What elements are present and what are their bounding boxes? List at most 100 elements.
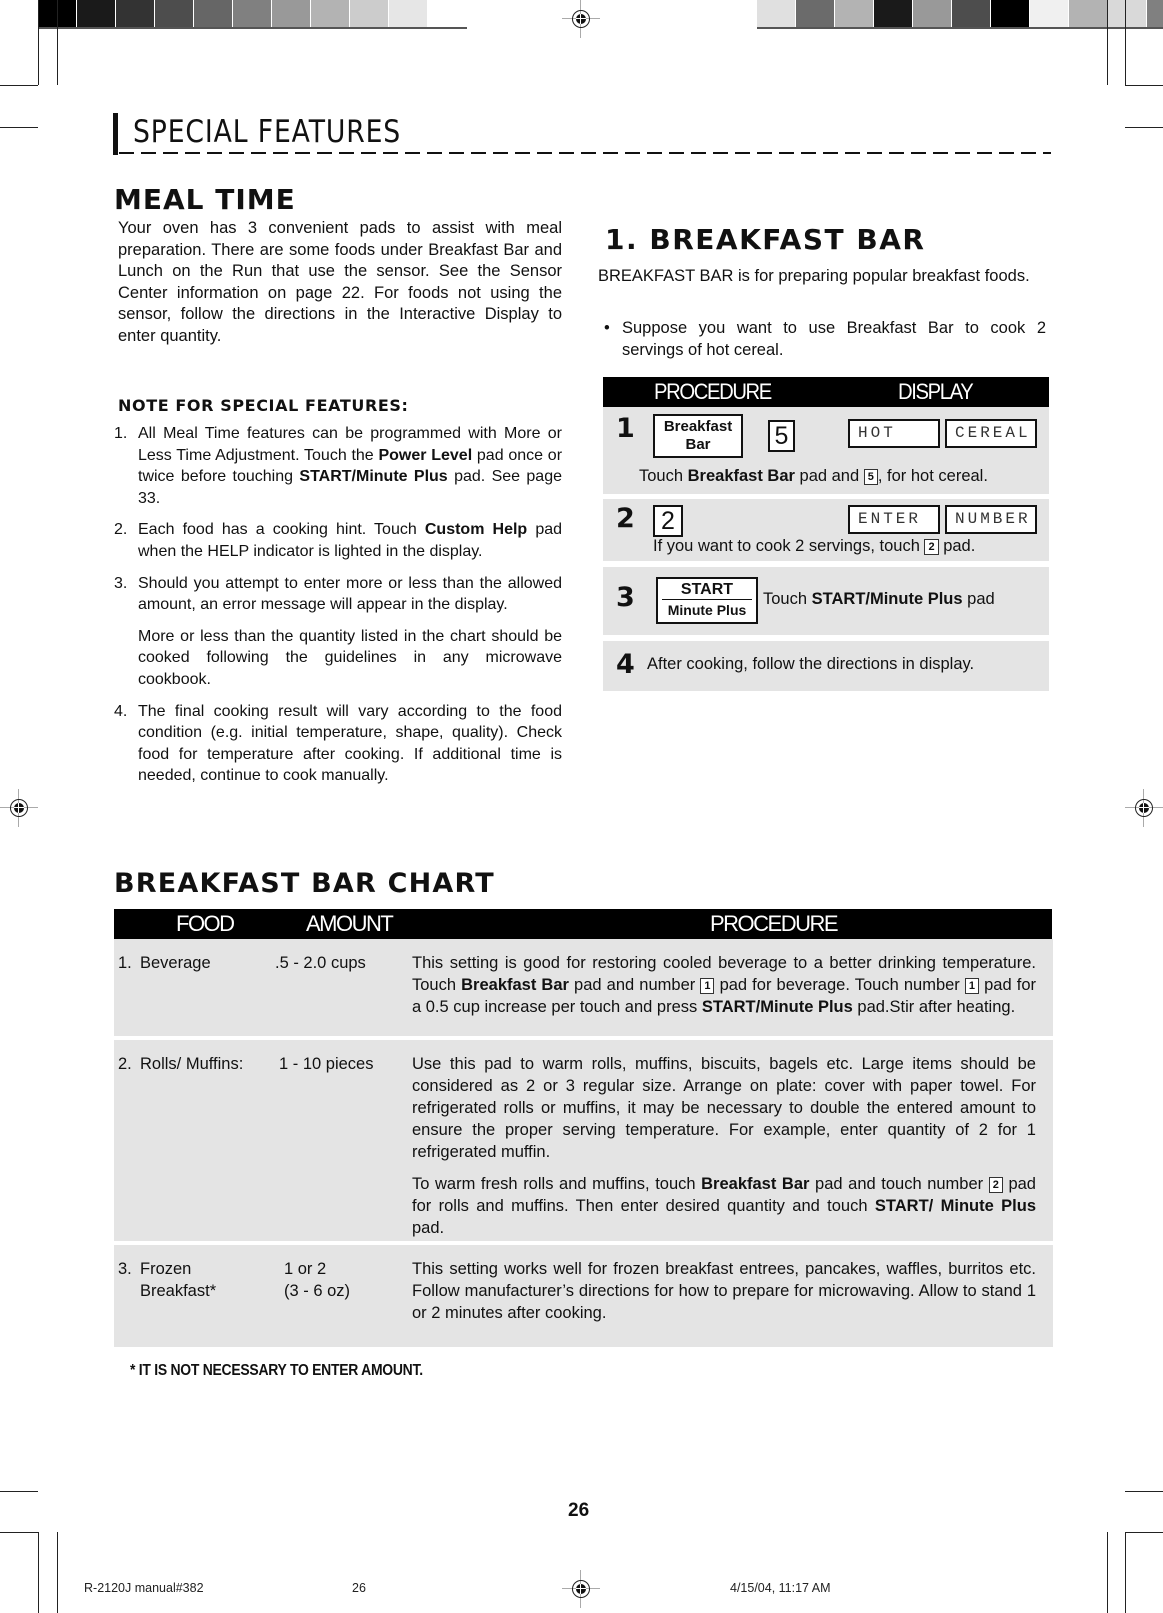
color-swatch	[1069, 0, 1108, 27]
note-text: The final cooking result will vary accor…	[138, 702, 562, 785]
instruction-text: Touch	[639, 467, 688, 485]
procedure-text: pad.	[412, 1219, 445, 1237]
breakfast-bar-chart-table: FOOD AMOUNT PROCEDURE 1. Beverage .5 - 2.…	[114, 909, 1053, 1347]
color-swatch	[194, 0, 233, 27]
notes-list: 1. All Meal Time features can be program…	[114, 423, 562, 797]
note-text-bold: Custom Help	[424, 521, 528, 539]
crop-mark	[1125, 85, 1163, 86]
note-text: More or less than the quantity listed in…	[138, 627, 562, 688]
procedure-text: Use this pad to warm rolls, muffins, bis…	[412, 1055, 1036, 1161]
step-number: 3	[616, 582, 635, 613]
step-instruction: If you want to cook 2 servings, touch 2 …	[653, 537, 975, 556]
pad-label: Bar	[685, 436, 711, 453]
crop-mark	[0, 127, 38, 128]
cell-food: 3. Frozen Breakfast*	[118, 1258, 216, 1302]
food-name: Beverage	[140, 954, 211, 972]
note-number: 3.	[114, 574, 128, 592]
color-swatch	[428, 0, 467, 27]
registration-mark-icon	[0, 789, 38, 827]
meal-time-heading: MEAL TIME	[114, 183, 296, 216]
crop-mark	[0, 1532, 38, 1533]
column-header-amount: AMOUNT	[306, 911, 394, 936]
crop-mark	[57, 1532, 58, 1613]
page-number: 26	[568, 1500, 590, 1521]
food-name: Rolls/ Muffins:	[140, 1055, 244, 1073]
procedure-step: 3 START Minute Plus Touch START/Minute P…	[603, 567, 1049, 635]
start-minute-plus-pad[interactable]: START Minute Plus	[656, 577, 758, 624]
column-header-procedure: PROCEDURE	[654, 379, 772, 404]
step-instruction: Touch Breakfast Bar pad and 5, for hot c…	[639, 467, 988, 486]
color-swatch	[835, 0, 874, 27]
note-number: 1.	[114, 425, 128, 442]
table-row: 2. Rolls/ Muffins: 1 - 10 pieces Use this…	[114, 1040, 1053, 1241]
note-item: 2. Each food has a cooking hint. Touch C…	[114, 519, 562, 562]
note-number: 2.	[114, 521, 128, 539]
print-slug-date: 4/15/04, 11:17 AM	[730, 1581, 831, 1595]
step-instruction: After cooking, follow the directions in …	[647, 655, 975, 673]
color-swatch	[350, 0, 389, 27]
crop-mark	[1125, 1491, 1163, 1492]
breakfast-bar-pad[interactable]: Breakfast Bar	[653, 414, 743, 458]
registration-mark-icon	[1125, 789, 1163, 827]
color-swatch	[311, 0, 350, 27]
procedure-step: 2 2 ENTER NUMBER If you want to cook 2 s…	[603, 499, 1049, 561]
step-instruction: Touch START/Minute Plus pad	[763, 590, 995, 609]
display-segment: CEREAL	[945, 419, 1037, 448]
crop-mark	[1125, 1532, 1126, 1613]
amount-text: 1 or 2	[284, 1260, 327, 1278]
color-swatch	[1108, 0, 1147, 27]
keycap-icon: 1	[700, 978, 715, 994]
procedure-panel: PROCEDURE DISPLAY 1 Breakfast Bar 5 HOT …	[603, 377, 1049, 691]
crop-mark	[1107, 0, 1108, 85]
instruction-text: Touch	[763, 590, 812, 608]
crop-mark	[1125, 1532, 1163, 1533]
row-number: 2.	[118, 1055, 132, 1073]
table-row: 1. Beverage .5 - 2.0 cups This setting is…	[114, 939, 1053, 1036]
example-text: Suppose you want to use Breakfast Bar to…	[622, 319, 1046, 359]
crop-mark	[0, 1491, 38, 1492]
cell-food: 1. Beverage	[118, 952, 211, 974]
color-swatch	[991, 0, 1030, 27]
number-pad-2[interactable]: 2	[653, 505, 683, 537]
color-swatch	[952, 0, 991, 27]
registration-mark-icon	[562, 0, 600, 38]
procedure-bold: START/Minute Plus	[701, 998, 853, 1016]
print-slug-file: R-2120J manual#382	[84, 1581, 204, 1595]
row-number: 1.	[118, 954, 132, 972]
color-swatch	[874, 0, 913, 27]
display-segment: ENTER	[848, 505, 940, 534]
cell-amount: 1 or 2 (3 - 6 oz)	[284, 1258, 350, 1302]
keycap-icon: 1	[964, 978, 980, 994]
chart-table-header: FOOD AMOUNT PROCEDURE	[114, 909, 1052, 939]
procedure-text: To warm fresh rolls and muffins, touch	[412, 1175, 702, 1193]
procedure-text: pad and number	[568, 976, 701, 994]
crop-mark	[0, 85, 38, 86]
number-pad-5[interactable]: 5	[768, 420, 795, 452]
section-title: SPECIAL FEATURES	[133, 114, 402, 150]
instruction-bold: START/Minute Plus	[811, 590, 963, 608]
column-header-procedure: PROCEDURE	[710, 911, 839, 936]
print-slug-page: 26	[352, 1581, 366, 1595]
instruction-text: If you want to cook 2 servings, touch	[653, 537, 925, 555]
procedure-bold: START/ Minute Plus	[874, 1197, 1036, 1215]
pad-label: Breakfast	[663, 418, 733, 435]
color-swatch	[77, 0, 116, 27]
crop-mark	[38, 1532, 39, 1613]
note-text-bold: START/Minute Plus	[299, 468, 448, 486]
cell-amount: 1 - 10 pieces	[279, 1055, 374, 1073]
note-text: Should you attempt to enter more or less…	[138, 574, 562, 614]
cell-procedure: This setting works well for frozen break…	[412, 1260, 1036, 1322]
chart-footnote: * IT IS NOT NECESSARY TO ENTER AMOUNT.	[130, 1362, 423, 1379]
note-item: 1. All Meal Time features can be program…	[114, 423, 562, 509]
procedure-panel-header: PROCEDURE DISPLAY	[603, 377, 1049, 407]
row-number: 3.	[118, 1260, 132, 1278]
breakfast-bar-heading: 1. BREAKFAST BAR	[605, 223, 926, 256]
note-item: 4. The final cooking result will vary ac…	[114, 701, 562, 787]
color-swatch	[116, 0, 155, 27]
color-swatch	[155, 0, 194, 27]
instruction-text: pad	[962, 590, 995, 608]
instruction-bold: Breakfast Bar	[687, 467, 795, 485]
procedure-step: 4 After cooking, follow the directions i…	[603, 641, 1049, 691]
breakfast-bar-example: • Suppose you want to use Breakfast Bar …	[598, 318, 1046, 361]
color-calibration-bar-right	[757, 0, 1163, 29]
